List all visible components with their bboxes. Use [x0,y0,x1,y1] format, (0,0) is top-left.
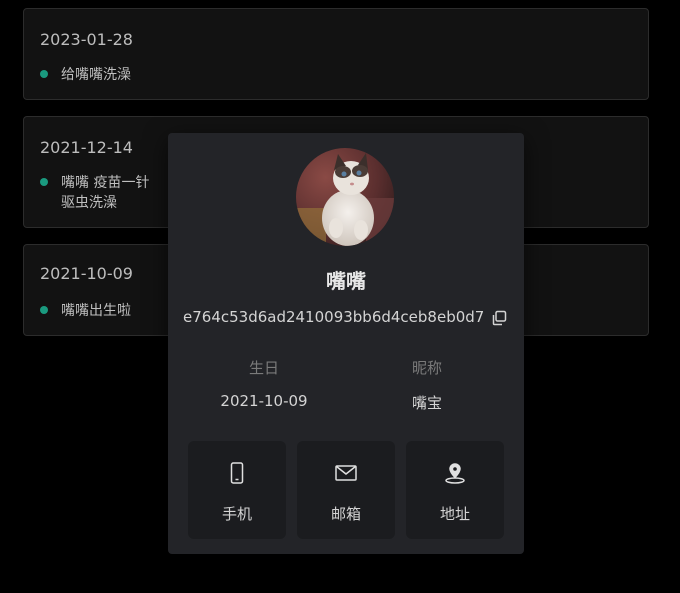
bullet-dot [40,70,48,78]
birthday-label: 生日 [248,359,279,377]
location-pin-icon [445,463,465,484]
page: 2023-01-28 给嘴嘴洗澡 2021-12-14 嘴嘴 疫苗一针 驱虫洗澡 … [0,0,680,593]
address-button[interactable]: 地址 [406,441,504,539]
phone-button[interactable]: 手机 [188,441,286,539]
address-label: 地址 [439,505,470,523]
timeline-date: 2023-01-28 [40,30,133,49]
nickname-value: 嘴宝 [411,394,442,412]
profile-name: 嘴嘴 [326,269,366,293]
mail-button[interactable]: 邮箱 [297,441,395,539]
nickname-label: 昵称 [411,359,442,377]
copy-icon[interactable] [490,309,508,327]
timeline-entry-text: 驱虫洗澡 [61,195,117,211]
timeline-entry-text: 给嘴嘴洗澡 [61,67,131,83]
phone-icon [230,462,244,484]
profile-id: e764c53d6ad2410093bb6d4ceb8eb0d7 [183,308,485,326]
timeline-entry: 嘴嘴 疫苗一针 驱虫洗澡 [40,173,149,213]
bullet-dot [40,306,48,314]
timeline-card: 2023-01-28 给嘴嘴洗澡 [23,8,649,100]
phone-label: 手机 [221,505,252,523]
mail-icon [335,465,357,481]
mail-label: 邮箱 [330,505,361,523]
bullet-dot [40,178,48,186]
timeline-date: 2021-10-09 [40,264,133,283]
timeline-date: 2021-12-14 [40,138,133,157]
timeline-entry-text: 嘴嘴出生啦 [61,303,131,319]
timeline-entry: 嘴嘴出生啦 [40,301,131,321]
timeline-entry-text: 嘴嘴 疫苗一针 [61,175,150,191]
birthday-value: 2021-10-09 [220,392,308,410]
profile-popover: 嘴嘴 e764c53d6ad2410093bb6d4ceb8eb0d7 生日 2… [168,133,524,554]
timeline-entry: 给嘴嘴洗澡 [40,65,131,85]
cat-avatar [296,148,394,246]
